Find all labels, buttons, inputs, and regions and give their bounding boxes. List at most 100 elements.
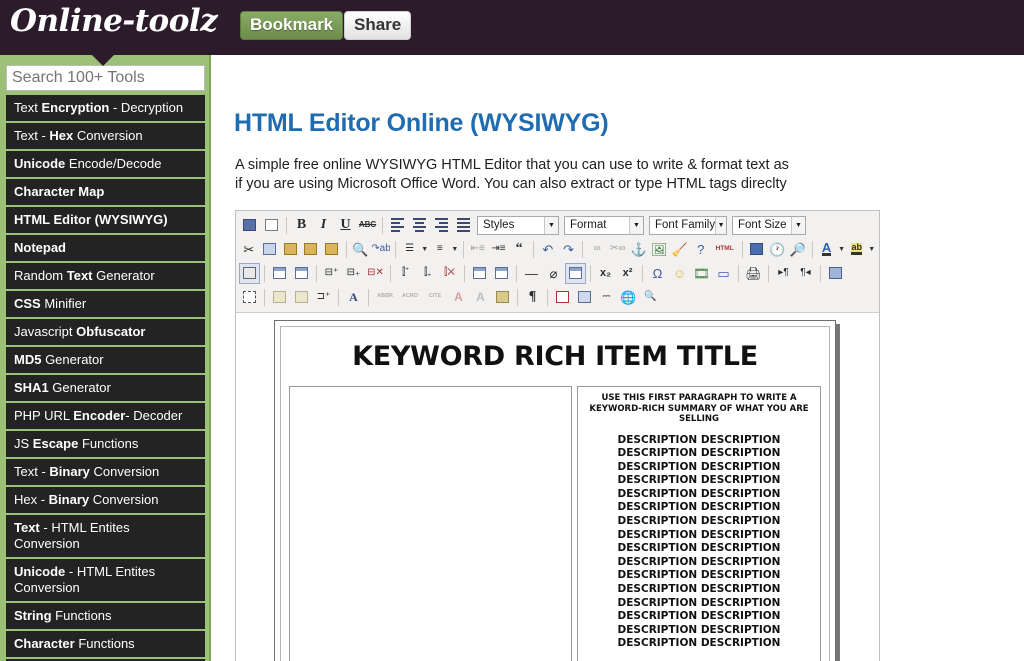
insert-row-before-icon[interactable]: ⊟⁺	[321, 263, 342, 284]
sidebar-item-9[interactable]: MD5 Generator	[6, 347, 205, 375]
format-dropdown[interactable]: Format ▼	[564, 215, 644, 235]
sidebar-item-0[interactable]: Text Encryption - Decryption	[6, 95, 205, 123]
blockquote-icon[interactable]: “	[509, 239, 529, 260]
media-icon[interactable]: 🎞	[691, 263, 712, 284]
undo-icon[interactable]: ↶	[538, 239, 558, 260]
preview-icon[interactable]: 🔎	[788, 239, 808, 260]
insert-row-after-icon[interactable]: ⊟₊	[343, 263, 364, 284]
bookmark-button[interactable]: Bookmark	[240, 11, 344, 40]
layer-forward-icon[interactable]	[269, 287, 290, 308]
color-dropdown-icon[interactable]: ▼	[837, 239, 845, 260]
html-source-icon[interactable]: HTML	[712, 239, 738, 260]
rtl-icon[interactable]: ¶◂	[795, 263, 816, 284]
sidebar-item-17[interactable]: String Functions	[6, 603, 205, 631]
strikethrough-icon[interactable]: ABC	[357, 215, 378, 236]
nonbreaking-icon[interactable]	[552, 287, 573, 308]
font-family-dropdown[interactable]: Font Family ▼	[649, 215, 727, 235]
numlist-dropdown-icon[interactable]: ▼	[451, 239, 459, 260]
insert-col-after-icon[interactable]: ⫿₊	[417, 263, 438, 284]
cut-icon[interactable]: ✂	[239, 239, 259, 260]
text-color-icon[interactable]: A	[817, 239, 837, 260]
cleanup-icon[interactable]: 🧹	[670, 239, 690, 260]
styles-dropdown[interactable]: Styles ▼	[477, 215, 559, 235]
ins-icon[interactable]: A	[448, 287, 469, 308]
sidebar-item-13[interactable]: Text - Binary Conversion	[6, 459, 205, 487]
link-icon[interactable]: ∞	[587, 239, 607, 260]
fullscreen-icon[interactable]	[825, 263, 846, 284]
special-char-icon[interactable]: Ω	[647, 263, 668, 284]
sidebar-item-4[interactable]: HTML Editor (WYSIWYG)	[6, 207, 205, 235]
image-icon[interactable]: 🖼	[649, 239, 669, 260]
numbered-list-icon[interactable]: ≡	[430, 239, 450, 260]
sidebar-item-10[interactable]: SHA1 Generator	[6, 375, 205, 403]
remove-format-icon[interactable]: ⌀	[543, 263, 564, 284]
find-icon[interactable]: 🔍	[350, 239, 370, 260]
layer-backward-icon[interactable]	[291, 287, 312, 308]
editor-content-area[interactable]: KEYWORD RICH ITEM TITLE USE THIS FIRST P…	[236, 313, 879, 661]
horizontal-rule-icon[interactable]: —	[521, 263, 542, 284]
xhtml-icon[interactable]: 🌐	[618, 287, 639, 308]
share-button[interactable]: Share	[344, 11, 412, 40]
sidebar-item-8[interactable]: Javascript Obfuscator	[6, 319, 205, 347]
document-preview[interactable]: KEYWORD RICH ITEM TITLE USE THIS FIRST P…	[274, 320, 836, 661]
anchor-icon[interactable]: ⚓	[629, 239, 649, 260]
font-size-dropdown[interactable]: Font Size ▼	[732, 215, 806, 235]
indent-icon[interactable]: ⇥≡	[489, 239, 509, 260]
attributes-icon[interactable]	[492, 287, 513, 308]
calendar-icon[interactable]	[747, 239, 767, 260]
superscript-icon[interactable]: x²	[617, 263, 638, 284]
merge-cells-icon[interactable]	[469, 263, 490, 284]
bold-icon[interactable]: B	[291, 215, 312, 236]
table-grid-icon[interactable]	[565, 262, 586, 284]
paragraph-mark-icon[interactable]: ¶	[522, 287, 543, 308]
sidebar-item-1[interactable]: Text - Hex Conversion	[6, 123, 205, 151]
delete-col-icon[interactable]: ⫿✕	[439, 263, 460, 284]
new-document-icon[interactable]	[261, 215, 282, 236]
table-properties-icon[interactable]	[291, 263, 312, 284]
split-cell-icon[interactable]	[491, 263, 512, 284]
bgcolor-dropdown-icon[interactable]: ▼	[868, 239, 876, 260]
insert-layer-icon[interactable]: ⊐⁺	[313, 287, 334, 308]
unlink-icon[interactable]: ✂∞	[608, 239, 628, 260]
clock-icon[interactable]: 🕐	[767, 239, 787, 260]
sidebar-item-2[interactable]: Unicode Encode/Decode	[6, 151, 205, 179]
acronym-icon[interactable]: ACRO	[398, 287, 422, 308]
edit-image-icon[interactable]	[239, 262, 260, 284]
sidebar-item-7[interactable]: CSS Minifier	[6, 291, 205, 319]
italic-icon[interactable]: I	[313, 215, 334, 236]
insert-table-icon[interactable]	[269, 263, 290, 284]
sidebar-item-5[interactable]: Notepad	[6, 235, 205, 263]
paste-icon[interactable]	[280, 239, 300, 260]
sidebar-item-6[interactable]: Random Text Generator	[6, 263, 205, 291]
print-icon[interactable]: 🖨	[743, 263, 764, 284]
list-dropdown-icon[interactable]: ▼	[421, 239, 429, 260]
subscript-icon[interactable]: x₂	[595, 263, 616, 284]
align-justify-icon[interactable]	[453, 215, 474, 236]
background-color-icon[interactable]: ab	[847, 239, 867, 260]
align-right-icon[interactable]	[431, 215, 452, 236]
page-break-icon[interactable]: ▭	[713, 263, 734, 284]
underline-icon[interactable]: U	[335, 215, 356, 236]
search-input[interactable]	[6, 65, 205, 91]
save-icon[interactable]	[239, 215, 260, 236]
redo-icon[interactable]: ↷	[559, 239, 579, 260]
paste-word-icon[interactable]	[322, 239, 342, 260]
ltr-icon[interactable]: ▸¶	[773, 263, 794, 284]
sidebar-item-11[interactable]: PHP URL Encoder- Decoder	[6, 403, 205, 431]
outdent-icon[interactable]: ⇤≡	[468, 239, 488, 260]
del-icon[interactable]: A	[470, 287, 491, 308]
sidebar-item-12[interactable]: JS Escape Functions	[6, 431, 205, 459]
visual-aid-icon[interactable]	[239, 287, 260, 308]
delete-row-icon[interactable]: ⊟✕	[365, 263, 386, 284]
style-props-icon[interactable]: A	[343, 287, 364, 308]
replace-icon[interactable]: ↷ab	[371, 239, 391, 260]
sidebar-item-3[interactable]: Character Map	[6, 179, 205, 207]
sidebar-item-16[interactable]: Unicode - HTML Entites Conversion	[6, 559, 205, 603]
sidebar-item-15[interactable]: Text - HTML Entites Conversion	[6, 515, 205, 559]
copy-icon[interactable]	[260, 239, 280, 260]
insert-col-before-icon[interactable]: ⫿⁺	[395, 263, 416, 284]
about-icon[interactable]: ?	[691, 239, 711, 260]
site-logo[interactable]: Online-toolz	[10, 3, 218, 39]
cite-icon[interactable]: CITE	[423, 287, 447, 308]
abbr-icon[interactable]: ABBR	[373, 287, 397, 308]
